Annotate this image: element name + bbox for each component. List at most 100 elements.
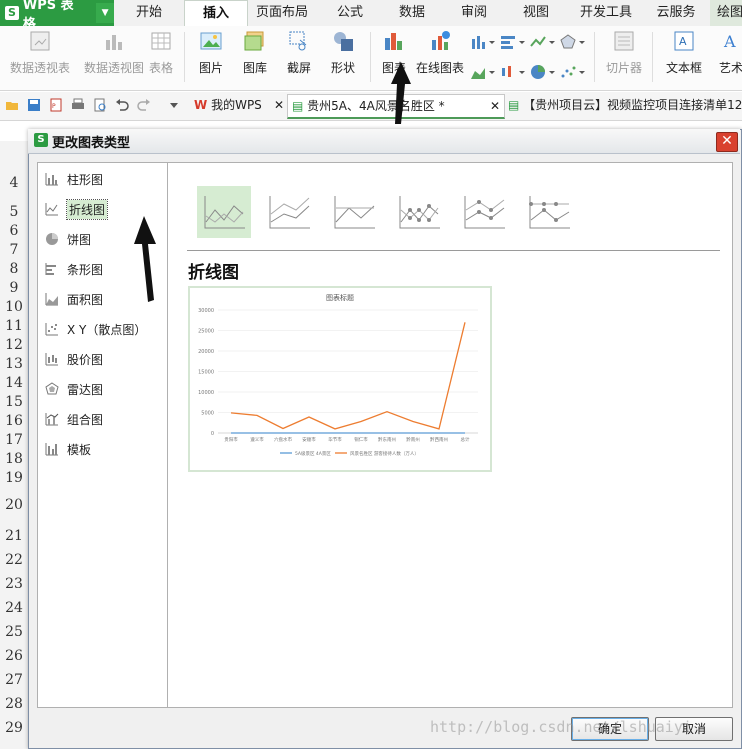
wps-w-icon: W: [194, 98, 208, 112]
row-number[interactable]: 17: [0, 432, 28, 448]
tab-formulas[interactable]: 公式: [322, 0, 378, 26]
subtype-line[interactable]: [197, 186, 251, 238]
doc-tab-other[interactable]: ▤ 【贵州项目云】视频监控项目连接清单12: [508, 94, 742, 116]
pivot-chart-button[interactable]: 数据透视图: [78, 30, 150, 80]
x-tick-label: 黔西南州: [430, 436, 448, 443]
textbox-button[interactable]: A 文本框: [656, 30, 712, 80]
pie-chart-dropdown-icon[interactable]: [530, 64, 556, 80]
open-folder-icon[interactable]: [5, 98, 19, 112]
row-number[interactable]: 25: [0, 624, 28, 640]
scatter-chart-dropdown-icon[interactable]: [560, 64, 586, 80]
row-number[interactable]: 26: [0, 648, 28, 664]
shapes-button[interactable]: 形状: [322, 30, 364, 80]
chart-type-scatter[interactable]: X Y（散点图）: [45, 319, 157, 339]
online-chart-button[interactable]: 在线图表: [414, 30, 466, 80]
subtype-100-stacked-line[interactable]: [327, 186, 381, 238]
chart-type-combo[interactable]: 组合图: [45, 409, 157, 429]
wordart-button[interactable]: A 艺术: [714, 30, 742, 80]
row-number[interactable]: 6: [0, 223, 28, 239]
wps-logo-icon: S: [5, 6, 19, 20]
tab-view[interactable]: 视图: [508, 0, 564, 26]
row-number[interactable]: 19: [0, 470, 28, 486]
tab-start[interactable]: 开始: [118, 0, 180, 26]
chart-type-label: 饼图: [67, 232, 92, 247]
row-number[interactable]: 12: [0, 337, 28, 353]
row-number[interactable]: 14: [0, 375, 28, 391]
stock-chart-dropdown-icon[interactable]: [500, 64, 526, 80]
row-number[interactable]: 28: [0, 696, 28, 712]
row-number[interactable]: 20: [0, 497, 28, 513]
tab-insert[interactable]: 插入: [184, 0, 248, 28]
row-number[interactable]: 5: [0, 204, 28, 220]
tab-cloud[interactable]: 云服务: [646, 0, 706, 26]
row-number[interactable]: 8: [0, 261, 28, 277]
slicer-button[interactable]: 切片器: [600, 30, 648, 80]
pivot-chart-icon: [106, 35, 122, 50]
x-tick-label: 安顺市: [302, 436, 316, 443]
pivot-table-button[interactable]: 数据透视表: [4, 30, 76, 80]
tab-data[interactable]: 数据: [384, 0, 440, 26]
chart-type-template[interactable]: 模板: [45, 439, 157, 459]
undo-icon[interactable]: [115, 98, 129, 112]
row-number[interactable]: 11: [0, 318, 28, 334]
pivot-table-icon: [30, 31, 50, 51]
y-tick-label: 25000: [198, 329, 214, 335]
save-icon[interactable]: [27, 98, 41, 112]
chart-title: 图表标题: [326, 293, 354, 302]
picture-button[interactable]: 图片: [190, 30, 232, 80]
row-number[interactable]: 21: [0, 528, 28, 544]
row-number[interactable]: 10: [0, 299, 28, 315]
selected-type-title: 折线图: [188, 263, 239, 283]
subtype-line-markers[interactable]: [392, 186, 446, 238]
dialog-title-bar[interactable]: S 更改图表类型: [28, 129, 740, 154]
tab-drawing[interactable]: 绘图: [710, 0, 742, 26]
subtype-stacked-line[interactable]: [262, 186, 316, 238]
chart-type-column[interactable]: 柱形图: [45, 169, 157, 189]
tab-review[interactable]: 审阅: [446, 0, 502, 26]
area-chart-dropdown-icon[interactable]: [470, 64, 496, 80]
chart-type-radar[interactable]: 雷达图: [45, 379, 157, 399]
close-tab-icon[interactable]: ✕: [274, 94, 284, 116]
column-chart-dropdown-icon[interactable]: [470, 34, 496, 50]
subtype-100-stacked-line-markers[interactable]: [522, 186, 576, 238]
row-number[interactable]: 29: [0, 720, 28, 736]
chevron-down-icon[interactable]: ▼: [96, 3, 114, 23]
row-number[interactable]: 9: [0, 280, 28, 296]
customize-toolbar-icon[interactable]: [167, 98, 181, 112]
row-number[interactable]: 16: [0, 413, 28, 429]
gallery-label: 图库: [242, 61, 267, 75]
table-button[interactable]: 表格: [146, 30, 176, 80]
row-number[interactable]: 18: [0, 451, 28, 467]
template-icon: [45, 443, 58, 456]
row-number[interactable]: 24: [0, 600, 28, 616]
textbox-label: 文本框: [665, 61, 702, 75]
row-number[interactable]: 13: [0, 356, 28, 372]
chart-type-label: 模板: [67, 442, 92, 457]
row-number[interactable]: 27: [0, 672, 28, 688]
doc-tab-mywps[interactable]: W 我的WPS ✕: [190, 94, 288, 116]
row-number[interactable]: 7: [0, 242, 28, 258]
table-label: 表格: [148, 61, 173, 75]
screenshot-button[interactable]: 截屏: [278, 30, 320, 80]
row-number[interactable]: 4: [0, 175, 28, 191]
chart-type-stock[interactable]: 股价图: [45, 349, 157, 369]
close-button[interactable]: ✕: [716, 132, 738, 152]
row-number[interactable]: 23: [0, 576, 28, 592]
close-tab-icon[interactable]: ✕: [490, 95, 500, 117]
line-chart-dropdown-icon[interactable]: [530, 34, 556, 50]
gallery-button[interactable]: 图库: [234, 30, 276, 80]
line-chart-icon: [45, 203, 58, 216]
print-icon[interactable]: [71, 98, 85, 112]
subtype-stacked-line-markers[interactable]: [457, 186, 511, 238]
redo-icon[interactable]: [137, 98, 151, 112]
app-menu-button[interactable]: S WPS 表格 ▼: [0, 0, 114, 32]
row-number[interactable]: 15: [0, 394, 28, 410]
print-preview-icon[interactable]: [93, 98, 107, 112]
bar-chart-dropdown-icon[interactable]: [500, 34, 526, 50]
radar-chart-dropdown-icon[interactable]: [560, 34, 586, 50]
tab-developer[interactable]: 开发工具: [570, 0, 642, 26]
chart-type-label: 组合图: [67, 412, 104, 427]
row-number[interactable]: 22: [0, 552, 28, 568]
tab-page-layout[interactable]: 页面布局: [250, 0, 314, 26]
export-pdf-icon[interactable]: P: [49, 98, 63, 112]
